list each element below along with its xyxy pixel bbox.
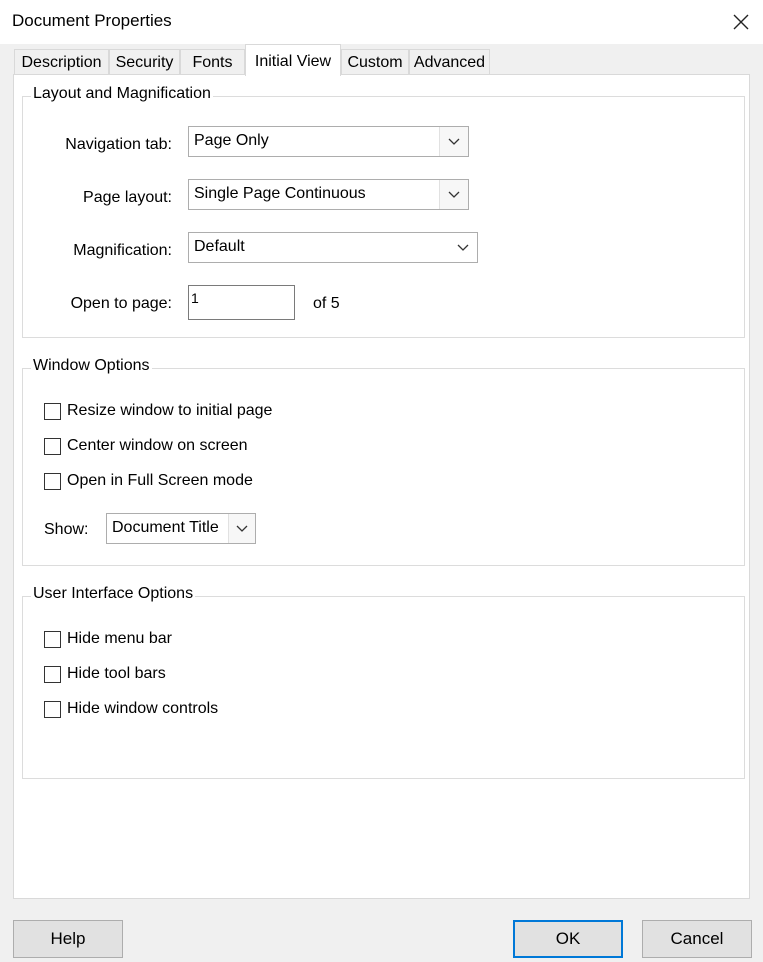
page-layout-label: Page layout: (83, 189, 172, 206)
magnification-label: Magnification: (73, 242, 172, 259)
checkbox-box[interactable] (44, 665, 61, 683)
resize-window-checkbox[interactable]: Resize window to initial page (44, 402, 272, 420)
window-title: Document Properties (12, 11, 172, 30)
cancel-button[interactable]: Cancel (642, 920, 752, 958)
checkbox-label: Open in Full Screen mode (67, 472, 253, 489)
open-to-page-label: Open to page: (70, 295, 172, 312)
checkbox-label: Resize window to initial page (67, 402, 273, 419)
open-to-page-input[interactable] (191, 290, 281, 306)
checkbox-label: Hide tool bars (67, 665, 166, 682)
title-bar: Document Properties (0, 0, 763, 44)
page-layout-select[interactable]: Single Page Continuous (188, 179, 469, 210)
checkbox-box[interactable] (44, 700, 61, 718)
tab-fonts[interactable]: Fonts (180, 49, 245, 75)
page-layout-value: Single Page Continuous (194, 185, 366, 202)
magnification-select[interactable]: Default (188, 232, 478, 263)
hide-window-controls-checkbox[interactable]: Hide window controls (44, 700, 218, 718)
tab-custom[interactable]: Custom (341, 49, 409, 75)
window-options-group: Window Options Resize window to initial … (22, 357, 745, 566)
hide-tool-bars-checkbox[interactable]: Hide tool bars (44, 665, 166, 683)
tab-panel-initial-view: Layout and Magnification Navigation tab:… (13, 74, 750, 899)
navigation-tab-label: Navigation tab: (65, 136, 172, 153)
chevron-down-icon[interactable] (439, 127, 468, 156)
checkbox-box[interactable] (44, 630, 61, 648)
group-title: Layout and Magnification (31, 85, 213, 103)
checkbox-label: Center window on screen (67, 437, 248, 454)
tab-security[interactable]: Security (109, 49, 180, 75)
checkbox-box[interactable] (44, 472, 61, 490)
group-title: User Interface Options (31, 585, 196, 603)
magnification-value: Default (194, 238, 245, 255)
checkbox-box[interactable] (44, 437, 61, 455)
center-window-checkbox[interactable]: Center window on screen (44, 437, 248, 455)
checkbox-box[interactable] (44, 402, 61, 420)
ok-button[interactable]: OK (513, 920, 623, 958)
show-label: Show: (44, 521, 89, 538)
tab-description[interactable]: Description (14, 49, 109, 75)
navigation-tab-select[interactable]: Page Only (188, 126, 469, 157)
chevron-down-icon[interactable] (439, 180, 468, 209)
open-to-page-field[interactable] (188, 285, 295, 320)
chevron-down-icon[interactable] (449, 233, 477, 262)
checkbox-label: Hide window controls (67, 700, 219, 717)
close-button[interactable] (719, 0, 763, 44)
show-select[interactable]: Document Title (106, 513, 256, 544)
chevron-down-icon[interactable] (228, 514, 255, 543)
tab-initial-view[interactable]: Initial View (245, 44, 341, 76)
tab-advanced[interactable]: Advanced (409, 49, 490, 75)
group-title: Window Options (31, 357, 152, 375)
close-icon (733, 14, 749, 30)
full-screen-checkbox[interactable]: Open in Full Screen mode (44, 472, 253, 490)
hide-menu-bar-checkbox[interactable]: Hide menu bar (44, 630, 172, 648)
help-button[interactable]: Help (13, 920, 123, 958)
navigation-tab-value: Page Only (194, 132, 269, 149)
show-value: Document Title (112, 519, 219, 536)
checkbox-label: Hide menu bar (67, 630, 172, 647)
page-count-label: of 5 (313, 295, 340, 312)
layout-magnification-group: Layout and Magnification Navigation tab:… (22, 85, 745, 338)
user-interface-options-group: User Interface Options Hide menu bar Hid… (22, 585, 745, 779)
